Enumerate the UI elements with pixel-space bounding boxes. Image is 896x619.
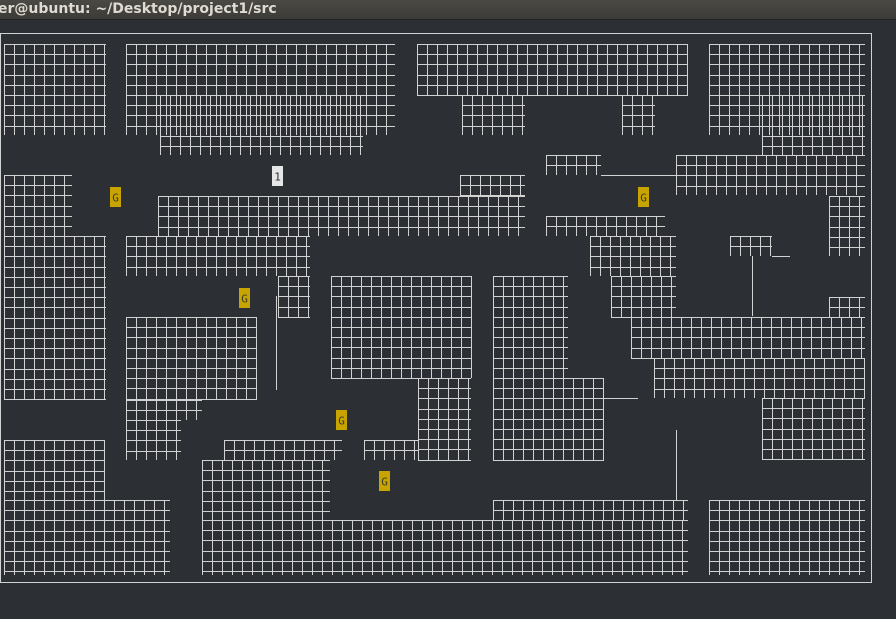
wall-block — [631, 317, 865, 359]
wall-block — [730, 236, 772, 256]
wall-block — [202, 520, 688, 575]
ghost-sprite-glyph: G — [241, 293, 248, 306]
wall-block — [126, 400, 202, 420]
wall-block — [493, 276, 568, 379]
wall-block — [126, 236, 310, 276]
maze-walls — [4, 44, 865, 575]
player-sprite: 1 — [272, 166, 283, 186]
wall-block — [202, 460, 330, 520]
wall-block — [4, 500, 170, 575]
wall-block — [546, 155, 601, 175]
ghost-sprite-glyph: G — [640, 192, 647, 205]
player-sprite-glyph: 1 — [274, 171, 281, 184]
wall-block — [4, 44, 106, 135]
actors-layer: G G G G G 1 — [110, 166, 649, 491]
wall-block — [4, 175, 72, 236]
game-board: G G G G G 1 — [0, 33, 872, 583]
wall-block — [654, 358, 865, 398]
window-title: er@ubuntu: ~/Desktop/project1/src — [0, 1, 277, 17]
wall-block — [709, 500, 865, 575]
wall-block — [126, 317, 257, 400]
ghost-sprite-glyph: G — [381, 476, 388, 489]
wall-block — [462, 95, 525, 135]
wall-block — [829, 297, 865, 317]
ghost-sprite: G — [379, 471, 390, 491]
wall-block — [160, 95, 363, 155]
wall-block — [158, 196, 525, 236]
ghost-sprite: G — [239, 288, 250, 308]
terminal-titlebar[interactable]: er@ubuntu: ~/Desktop/project1/src — [0, 0, 896, 20]
ghost-sprite: G — [336, 410, 347, 430]
wall-block — [460, 175, 525, 196]
ghost-sprite-glyph: G — [112, 192, 119, 205]
wall-block — [709, 44, 865, 135]
wall-block — [224, 440, 342, 460]
wall-block — [590, 236, 676, 276]
wall-block — [611, 276, 676, 318]
ghost-sprite: G — [638, 187, 649, 207]
wall-block — [278, 276, 310, 318]
ghost-sprite-glyph: G — [338, 415, 345, 428]
wall-block — [417, 44, 688, 96]
wall-block — [4, 236, 106, 400]
wall-block — [364, 440, 418, 460]
wall-block — [493, 378, 604, 461]
wall-block — [418, 378, 471, 461]
wall-block — [331, 276, 472, 379]
wall-block — [4, 440, 105, 500]
ghost-sprite: G — [110, 187, 121, 207]
wall-block — [762, 398, 865, 460]
wall-block — [493, 500, 688, 520]
wall-block — [622, 95, 655, 135]
wall-block — [126, 420, 181, 460]
wall-block — [546, 216, 665, 236]
wall-block — [829, 196, 865, 256]
wall-block — [676, 155, 865, 195]
